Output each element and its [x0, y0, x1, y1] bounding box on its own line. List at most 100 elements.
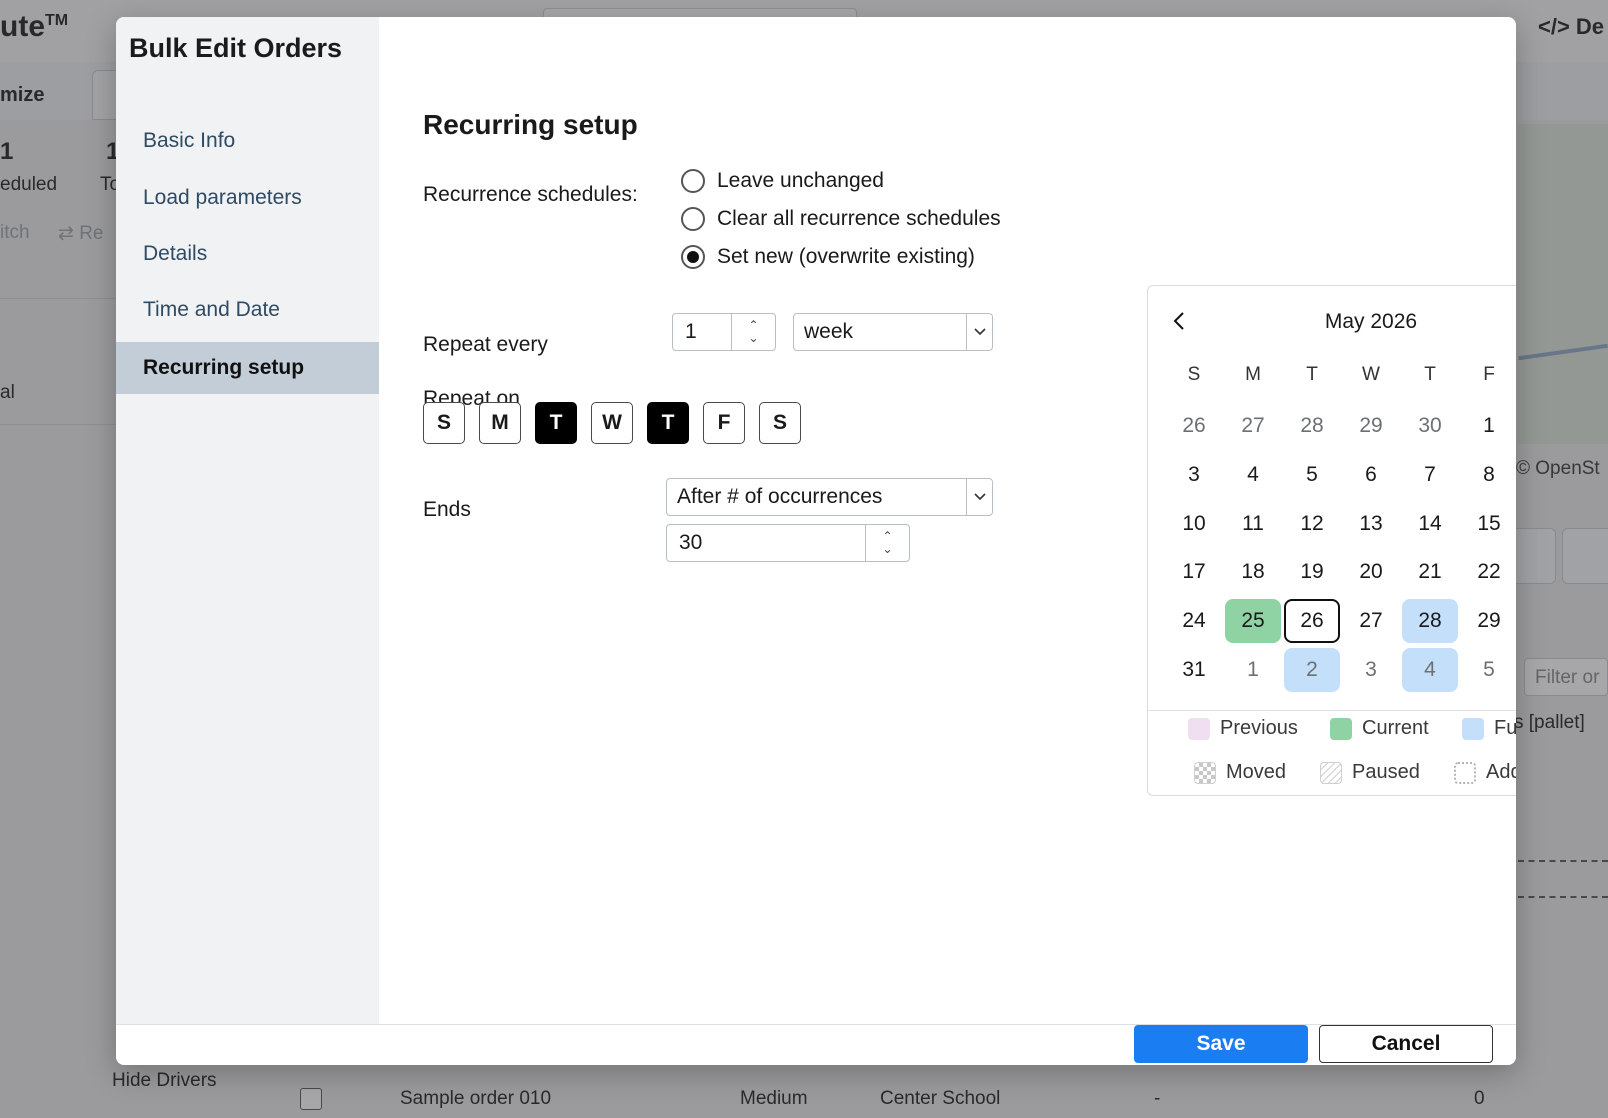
modal-sidebar: Bulk Edit Orders Basic Info Load paramet… [116, 17, 379, 1024]
added-swatch [1454, 761, 1476, 784]
cancel-button[interactable]: Cancel [1319, 1025, 1493, 1063]
previous-swatch [1188, 717, 1210, 740]
radio-label: Leave unchanged [717, 169, 884, 192]
calendar-day[interactable]: 14 [1402, 502, 1458, 546]
nav-details[interactable]: Details [116, 228, 379, 280]
calendar-day[interactable]: 30 [1402, 404, 1458, 448]
weekday-header: F [1483, 364, 1495, 385]
calendar-day[interactable]: 10 [1166, 502, 1222, 546]
calendar-day[interactable]: 24 [1166, 599, 1222, 643]
radio-label: Set new (overwrite existing) [717, 245, 975, 268]
occurrences-value: 30 [679, 531, 703, 554]
day-toggle-sunday[interactable]: S [423, 402, 465, 444]
ends-select[interactable]: After # of occurrences [666, 478, 993, 516]
calendar-day[interactable]: 13 [1343, 502, 1399, 546]
nav-basic-info[interactable]: Basic Info [116, 115, 379, 167]
weekday-header: S [1187, 364, 1201, 385]
calendar-day[interactable]: 27 [1343, 599, 1399, 643]
bulk-edit-modal: Bulk Edit Orders Basic Info Load paramet… [116, 17, 1516, 1065]
stepper-arrows[interactable]: ⌃ ⌄ [731, 314, 775, 350]
calendar-day[interactable]: 1 [1461, 404, 1516, 448]
calendar-day[interactable]: 4 [1225, 453, 1281, 497]
calendar-day[interactable]: 20 [1343, 550, 1399, 594]
calendar-day[interactable]: 3 [1343, 648, 1399, 692]
weekday-header: T [1424, 364, 1436, 385]
occurrences-stepper[interactable]: 30 ⌃ ⌄ [666, 524, 910, 562]
calendar-day-future[interactable]: 4 [1402, 648, 1458, 692]
calendar-day[interactable]: 29 [1343, 404, 1399, 448]
radio-clear-all[interactable]: Clear all recurrence schedules [681, 204, 1001, 234]
calendar-day-future[interactable]: 2 [1284, 648, 1340, 692]
calendar-day[interactable]: 8 [1461, 453, 1516, 497]
calendar-day-future[interactable]: 28 [1402, 599, 1458, 643]
calendar-day[interactable]: 1 [1225, 648, 1281, 692]
recurrence-label: Recurrence schedules: [423, 183, 638, 206]
calendar-day[interactable]: 19 [1284, 550, 1340, 594]
section-title: Recurring setup [423, 109, 638, 140]
save-button[interactable]: Save [1134, 1025, 1308, 1063]
legend-future: Future [1462, 717, 1516, 740]
chevron-down-icon[interactable]: ⌄ [748, 332, 758, 345]
calendar-month-label: May 2026 [1324, 310, 1418, 333]
nav-time-and-date[interactable]: Time and Date [116, 284, 379, 336]
nav-load-parameters[interactable]: Load parameters [116, 172, 379, 224]
calendar-day[interactable]: 27 [1225, 404, 1281, 448]
repeat-unit-select[interactable]: week [793, 313, 993, 351]
day-toggle-monday[interactable]: M [479, 402, 521, 444]
legend-paused: Paused [1320, 761, 1420, 784]
repeat-unit-value: week [804, 320, 854, 343]
calendar-divider [1148, 710, 1516, 711]
calendar-day[interactable]: 17 [1166, 550, 1222, 594]
paused-swatch [1320, 761, 1342, 784]
calendar-day-selected[interactable]: 26 [1284, 599, 1340, 643]
chevron-down-icon[interactable]: ⌄ [882, 543, 892, 556]
repeat-interval-value: 1 [685, 320, 697, 343]
chevron-down-icon [966, 314, 992, 350]
radio-button-selected[interactable] [681, 245, 705, 269]
calendar-day[interactable]: 6 [1343, 453, 1399, 497]
calendar-day[interactable]: 29 [1461, 599, 1516, 643]
calendar-day[interactable]: 12 [1284, 502, 1340, 546]
radio-button[interactable] [681, 207, 705, 231]
weekday-header: W [1362, 364, 1380, 385]
radio-button[interactable] [681, 169, 705, 193]
ends-label: Ends [423, 498, 471, 521]
day-toggle-saturday[interactable]: S [759, 402, 801, 444]
calendar-day[interactable]: 3 [1166, 453, 1222, 497]
recurrence-calendar: May 2026 SMTWTFS262728293012345678910111… [1147, 285, 1516, 796]
calendar-day[interactable]: 31 [1166, 648, 1222, 692]
legend-moved: Moved [1194, 761, 1286, 784]
calendar-day[interactable]: 22 [1461, 550, 1516, 594]
day-toggle-wednesday[interactable]: W [591, 402, 633, 444]
calendar-day[interactable]: 18 [1225, 550, 1281, 594]
calendar-day[interactable]: 5 [1284, 453, 1340, 497]
moved-swatch [1194, 761, 1216, 784]
radio-label: Clear all recurrence schedules [717, 207, 1001, 230]
modal-content: Recurring setup Recurrence schedules: Le… [379, 17, 1516, 1024]
ends-value: After # of occurrences [677, 485, 883, 508]
calendar-day[interactable]: 7 [1402, 453, 1458, 497]
calendar-day[interactable]: 21 [1402, 550, 1458, 594]
legend-current: Current [1330, 717, 1429, 740]
day-toggle-tuesday[interactable]: T [535, 402, 577, 444]
repeat-every-label: Repeat every [423, 333, 548, 356]
stepper-arrows[interactable]: ⌃ ⌄ [865, 525, 909, 561]
calendar-day[interactable]: 28 [1284, 404, 1340, 448]
future-swatch [1462, 717, 1484, 740]
current-swatch [1330, 717, 1352, 740]
weekday-header: T [1306, 364, 1318, 385]
radio-set-new[interactable]: Set new (overwrite existing) [681, 242, 975, 272]
calendar-day-current[interactable]: 25 [1225, 599, 1281, 643]
radio-leave-unchanged[interactable]: Leave unchanged [681, 166, 884, 196]
chevron-down-icon [966, 479, 992, 515]
calendar-day[interactable]: 5 [1461, 648, 1516, 692]
day-toggle-thursday[interactable]: T [647, 402, 689, 444]
legend-added: Added [1454, 761, 1516, 784]
repeat-interval-stepper[interactable]: 1 ⌃ ⌄ [672, 313, 776, 351]
calendar-day[interactable]: 26 [1166, 404, 1222, 448]
weekday-header: M [1245, 364, 1261, 385]
day-toggle-friday[interactable]: F [703, 402, 745, 444]
calendar-day[interactable]: 11 [1225, 502, 1281, 546]
calendar-day[interactable]: 15 [1461, 502, 1516, 546]
nav-recurring-setup[interactable]: Recurring setup [116, 342, 379, 394]
